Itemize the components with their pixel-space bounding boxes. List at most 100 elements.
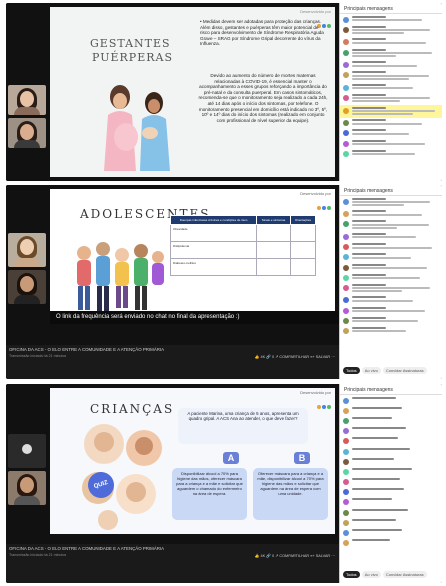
option-b-box[interactable]: Oferecer máscara para a criança e a mãe,…	[253, 468, 328, 520]
option-b-badge[interactable]: B	[294, 452, 310, 464]
participant-camera[interactable]	[8, 233, 46, 267]
chat-message	[340, 538, 442, 548]
chat-message	[340, 507, 442, 517]
participant-camera[interactable]	[8, 118, 46, 148]
chat-panel: Principais mensagens Todos Ao vivo Convi…	[339, 384, 442, 583]
info-table: Doenças infecciosas crônicas e condições…	[169, 215, 317, 276]
chat-title[interactable]: Principais mensagens	[340, 384, 442, 395]
chat-message	[340, 128, 442, 138]
chat-message	[340, 196, 442, 209]
tab-live[interactable]: Ao vivo	[361, 367, 381, 374]
camera-column	[8, 434, 46, 508]
chat-message	[340, 395, 442, 405]
chat-tabs: Todos Ao vivo Convidar Assinaturas	[340, 569, 430, 580]
chat-messages	[340, 14, 442, 158]
chat-message	[340, 487, 442, 497]
video-stage: Desenvolvido por GESTANTES PUÉRPERAS • M…	[6, 3, 339, 181]
slide-paragraph-1: • Medidas devem ser adotadas para proteç…	[200, 19, 324, 47]
chat-message	[340, 325, 442, 335]
table-header: Sinais e sintomas	[256, 215, 291, 225]
camera-column	[8, 85, 46, 151]
tab-subscriptions[interactable]: Convidar Assinaturas	[382, 571, 427, 578]
screenshot-adolescentes: Desenvolvido por ADOLESCENTES Doenças in…	[6, 185, 442, 379]
chat-message-highlighted	[340, 105, 442, 118]
presenter-tag: Desenvolvido por	[300, 191, 331, 196]
screenshot-gestantes: Desenvolvido por GESTANTES PUÉRPERAS • M…	[6, 3, 442, 181]
logo-dots	[316, 197, 331, 215]
chat-title[interactable]: Principais mensagens	[340, 3, 442, 14]
chat-message	[340, 527, 442, 537]
slide-subtitle: PUÉRPERAS	[92, 51, 173, 64]
chat-message	[340, 436, 442, 446]
chat-message	[340, 315, 442, 325]
webinar-info-bar: OFICINA DA ACS - O ELO ENTRE A COMUNIDAD…	[6, 544, 339, 583]
participant-camera[interactable]	[8, 85, 46, 115]
table-row: Dislipidemia	[169, 241, 317, 259]
chat-message	[340, 456, 442, 466]
action-buttons[interactable]: 👍 4K 🔗 0 ↗ COMPARTILHAR ≡+ SALVAR ⋯	[255, 553, 335, 558]
chat-message	[340, 272, 442, 282]
chat-message	[340, 148, 442, 158]
slide-criancas: Desenvolvido por CRIANÇAS QUIZ A pacient…	[50, 388, 335, 534]
mothers-illustration	[104, 85, 170, 171]
chat-message	[340, 466, 442, 476]
webinar-info-bar: OFICINA DA ACS - O ELO ENTRE A COMUNIDAD…	[6, 345, 339, 379]
tab-subscriptions[interactable]: Convidar Assinaturas	[382, 367, 427, 374]
table-cell: Diabetes mellitus	[169, 258, 258, 276]
chat-message	[340, 138, 442, 148]
tab-all[interactable]: Todos	[343, 367, 360, 374]
chat-message	[340, 517, 442, 527]
option-a-badge[interactable]: A	[223, 452, 239, 464]
chat-messages	[340, 395, 442, 548]
slide-gestantes: Desenvolvido por GESTANTES PUÉRPERAS • M…	[50, 7, 335, 177]
video-stage: Desenvolvido por ADOLESCENTES Doenças in…	[6, 185, 339, 345]
participant-camera[interactable]	[8, 434, 46, 468]
chat-message	[340, 497, 442, 507]
camera-column	[8, 233, 46, 307]
chat-tabs: Todos Ao vivo Convidar Assinaturas	[340, 365, 430, 376]
chat-message	[340, 446, 442, 456]
presenter-tag: Desenvolvido por	[300, 390, 331, 395]
participant-camera[interactable]	[8, 471, 46, 505]
table-header: Doenças infecciosas crônicas e condições…	[169, 215, 258, 225]
chat-message	[340, 82, 442, 92]
chat-messages	[340, 196, 442, 336]
chat-message	[340, 118, 442, 128]
participant-camera[interactable]	[8, 270, 46, 304]
table-row: Obesidade	[169, 224, 317, 242]
table-cell: Dislipidemia	[169, 241, 258, 259]
chat-message	[340, 305, 442, 315]
chat-message	[340, 24, 442, 37]
table-row: Diabetes mellitus	[169, 258, 317, 276]
chat-message	[340, 295, 442, 305]
chat-title[interactable]: Principais mensagens	[340, 185, 442, 196]
chat-message	[340, 70, 442, 83]
tab-live[interactable]: Ao vivo	[361, 571, 381, 578]
chat-message	[340, 14, 442, 24]
tab-all[interactable]: Todos	[343, 571, 360, 578]
webinar-title[interactable]: OFICINA DA ACS - O ELO ENTRE A COMUNIDAD…	[9, 347, 336, 352]
chat-panel: Principais mensagens	[339, 3, 442, 181]
chat-message	[340, 47, 442, 60]
chat-message	[340, 209, 442, 219]
table-header: Orientações	[289, 215, 317, 225]
chat-message	[340, 242, 442, 252]
chat-message	[340, 282, 442, 295]
action-buttons[interactable]: 👍 4K 🔗 0 ↗ COMPARTILHAR ≡+ SALVAR ⋯	[255, 354, 335, 359]
chat-message	[340, 252, 442, 262]
table-cell: Obesidade	[169, 224, 258, 242]
screenshot-criancas: Desenvolvido por CRIANÇAS QUIZ A pacient…	[6, 384, 442, 583]
logo-dots	[316, 396, 331, 414]
chat-message	[340, 426, 442, 436]
option-a-box[interactable]: Disponibilizar álcool a 70% para higiene…	[172, 468, 247, 520]
slide-title: CRIANÇAS	[90, 402, 175, 416]
chat-message	[340, 219, 442, 232]
webinar-title[interactable]: OFICINA DA ACS - O ELO ENTRE A COMUNIDAD…	[9, 546, 336, 551]
slide-title: GESTANTES	[90, 37, 171, 50]
caption-banner: O link da frequência será enviado no cha…	[50, 311, 339, 324]
chat-message	[340, 477, 442, 487]
presenter-tag: Desenvolvido por	[300, 9, 331, 14]
chat-message	[340, 262, 442, 272]
question-box: A paciente Marina, uma criança de 5 anos…	[178, 408, 308, 444]
slide-paragraph-2: Devido ao aumento do número de mortes ma…	[198, 73, 328, 123]
